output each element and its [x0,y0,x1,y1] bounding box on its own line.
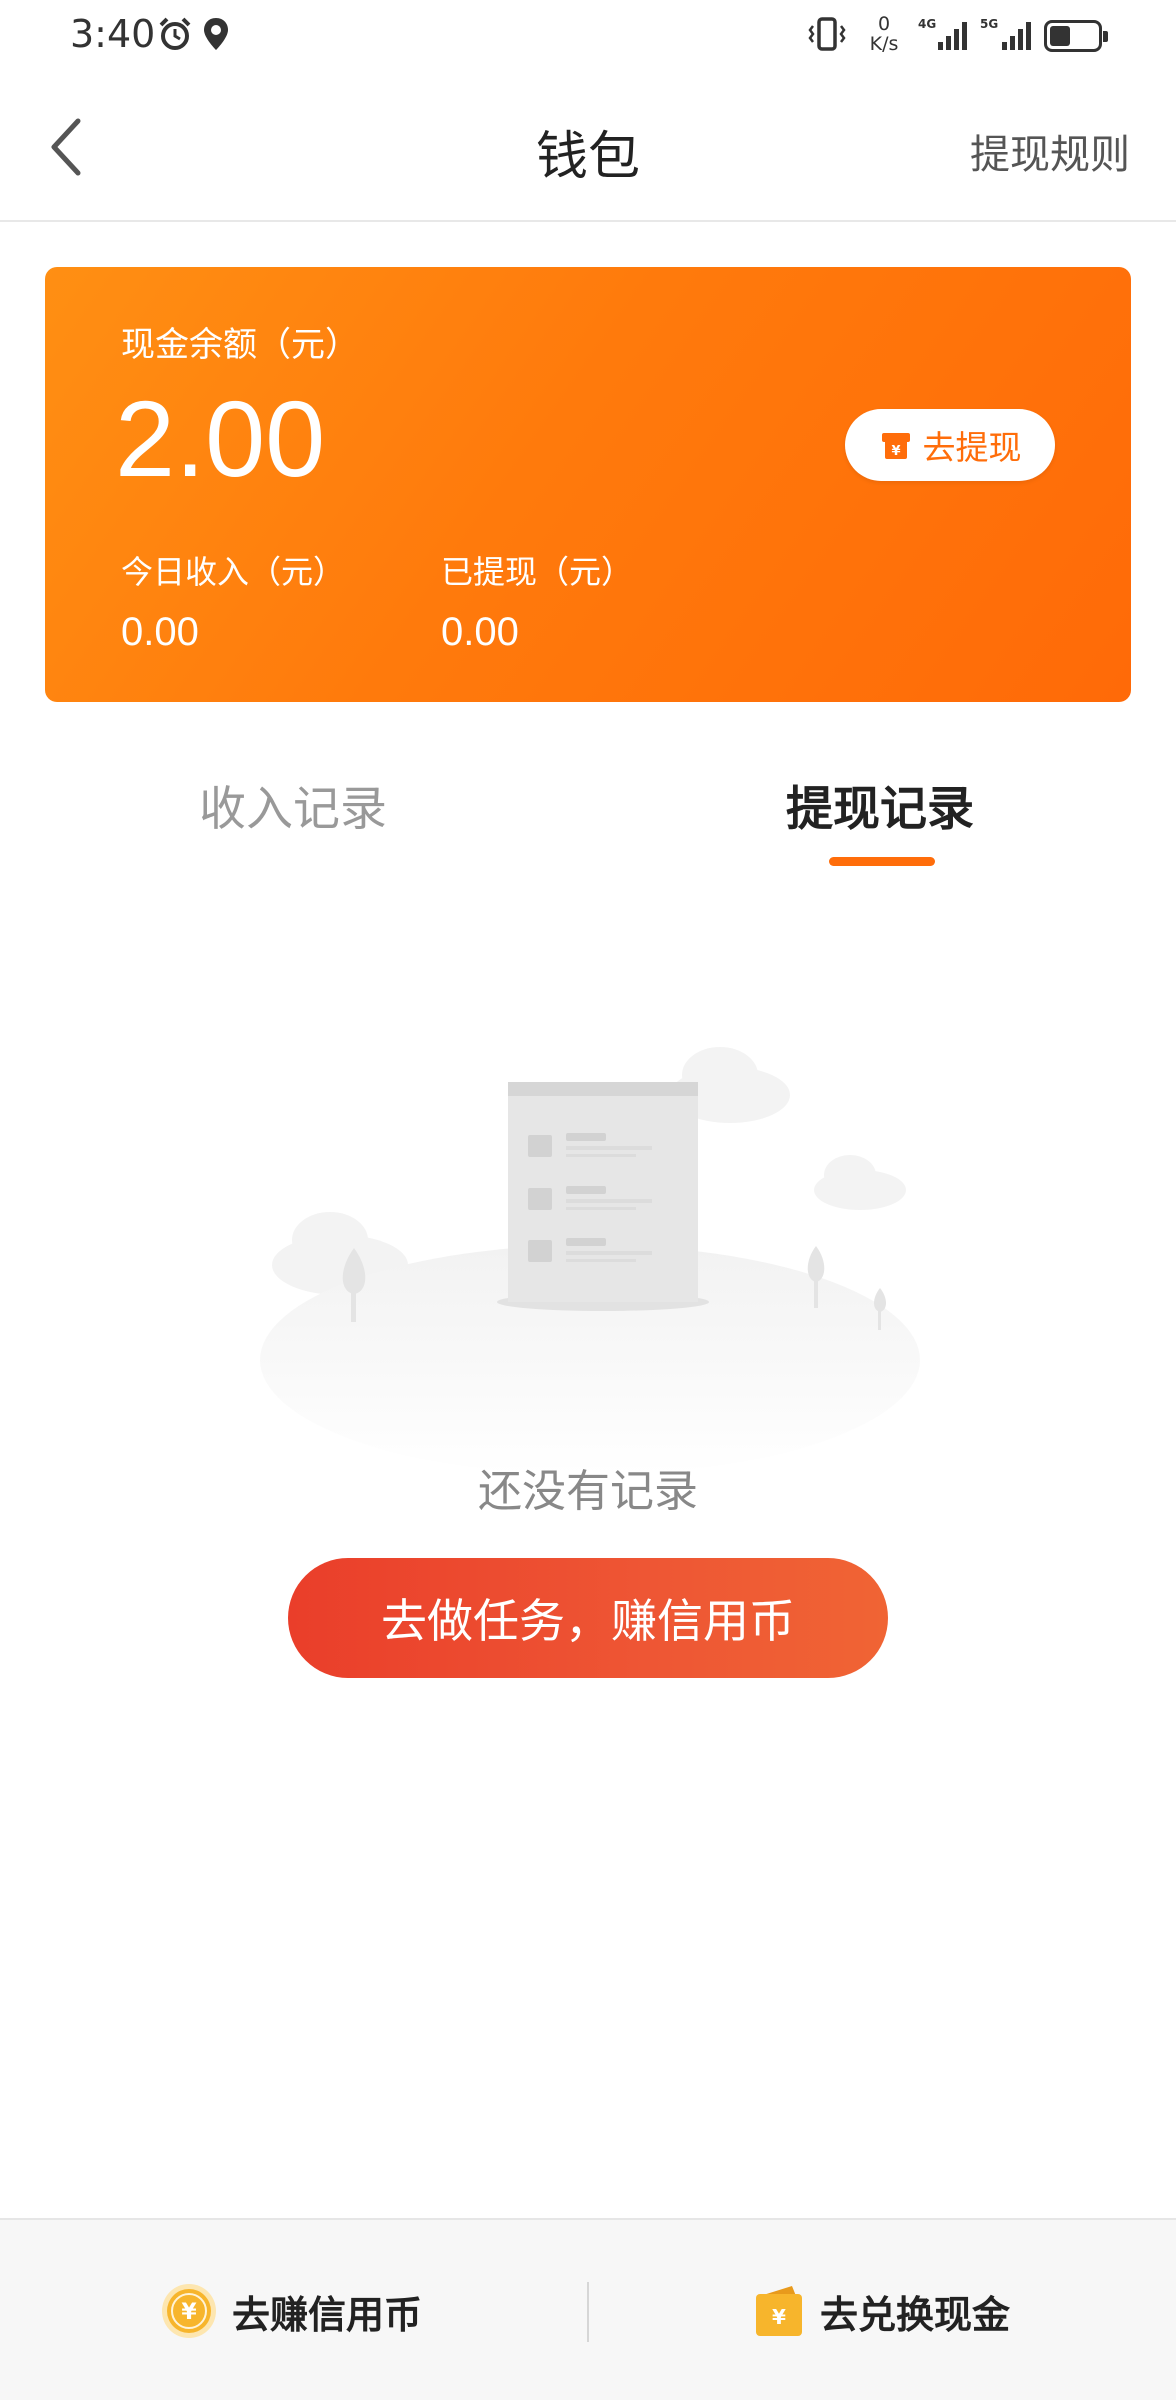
withdraw-button-label: 去提现 [922,428,1022,467]
sim1-type: 4G [918,17,936,31]
earn-coins-label: 去赚信用币 [232,2292,423,2337]
cash-balance-label: 现金余额（元） [121,325,359,365]
withdrawn-label: 已提现（元） [441,553,634,591]
cash-balance-amount: 2.00 [115,378,326,499]
withdraw-rules-link[interactable]: 提现规则 [970,122,1130,180]
bottom-bar: ¥ 去赚信用币 ¥ 去兑换现金 [0,2218,1176,2400]
today-income-label: 今日收入（元） [121,553,346,591]
currency-symbol: ¥ [772,2305,786,2329]
net-speed: 0 K/s [862,14,906,54]
alarm-icon [156,14,194,54]
tab-withdraw-records[interactable]: 提现记录 [786,770,974,839]
withdraw-button[interactable]: ¥ 去提现 [845,409,1055,481]
currency-symbol: ¥ [181,2300,197,2325]
wallet-icon: ¥ [756,2286,802,2336]
active-tab-indicator [829,857,935,866]
signal-icon: 4G [918,14,972,54]
location-icon [200,14,232,54]
balance-card: 现金余额（元） 2.00 ¥ 去提现 今日收入（元） 0.00 已提现（元） 0… [45,267,1131,702]
empty-records-illustration [260,1047,920,1470]
net-speed-unit: K/s [869,33,899,55]
today-income-value: 0.00 [121,610,199,654]
net-speed-value: 0 [877,13,891,35]
vibrate-icon [806,14,848,54]
signal-icon: 5G [980,14,1036,54]
exchange-cash-label: 去兑换现金 [820,2292,1011,2337]
status-time: 3:40 [70,12,156,56]
withdrawn-value: 0.00 [441,610,519,654]
nav-bar: 钱包 提现规则 [0,72,1176,222]
empty-state-message: 还没有记录 [478,1466,698,1517]
earn-coins-button[interactable]: ¥ 去赚信用币 [160,2220,422,2400]
coin-icon: ¥ [162,2284,216,2338]
bottom-divider [587,2282,589,2342]
currency-symbol: ¥ [891,444,900,459]
tab-income-records[interactable]: 收入记录 [199,770,387,839]
status-bar: 3:40 0 K/s 4G 5G [0,0,1176,72]
battery-icon [1044,20,1108,52]
do-tasks-button[interactable]: 去做任务，赚信用币 [288,1558,888,1678]
wallet-icon: ¥ [881,433,910,459]
exchange-cash-button[interactable]: ¥ 去兑换现金 [752,2220,1010,2400]
sim2-type: 5G [980,17,998,31]
